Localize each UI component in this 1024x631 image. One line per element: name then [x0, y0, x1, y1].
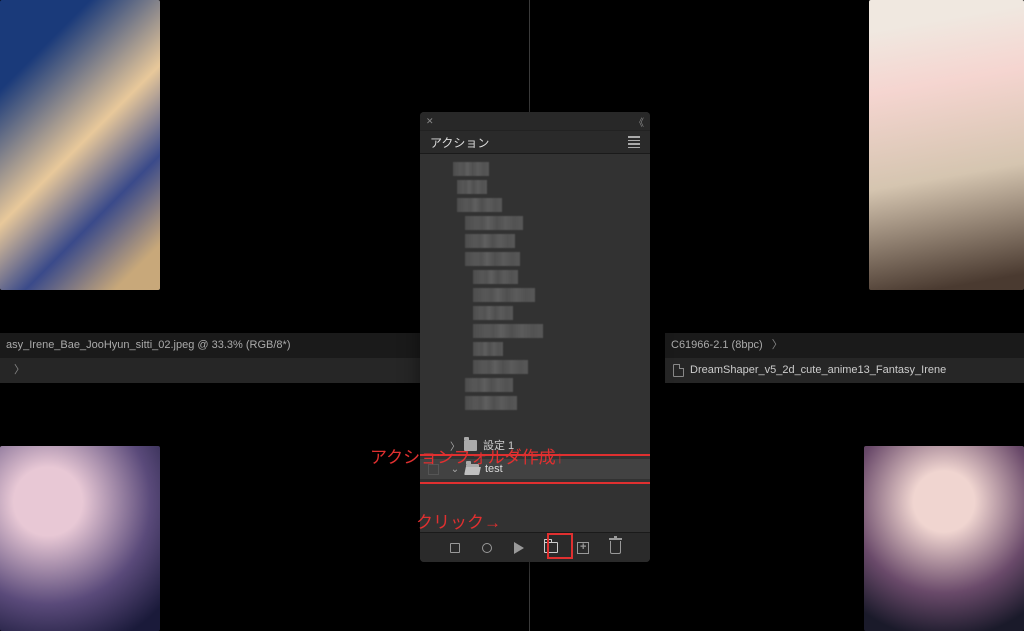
canvas-image-top-left [0, 0, 160, 290]
document-filename: DreamShaper_v5_2d_cute_anime13_Fantasy_I… [690, 358, 946, 383]
new-action-button[interactable] [575, 540, 591, 556]
record-button[interactable] [479, 540, 495, 556]
document-tab-left[interactable]: asy_Irene_Bae_JooHyun_sitti_02.jpeg @ 33… [0, 333, 420, 383]
delete-button[interactable] [607, 540, 623, 556]
panel-title: アクション [430, 134, 489, 151]
document-icon [673, 364, 684, 377]
breadcrumb-sep-icon: 〉 [772, 339, 783, 351]
trash-icon [610, 541, 621, 554]
blurred-actions [435, 160, 640, 430]
play-button[interactable] [511, 540, 527, 556]
annotation-text-folder: アクションフォルダ作成↑ [370, 443, 564, 468]
canvas-image-bottom-left [0, 446, 160, 631]
folder-icon [544, 542, 558, 553]
panel-header: アクション [420, 130, 650, 154]
document-title: asy_Irene_Bae_JooHyun_sitti_02.jpeg @ 33… [0, 333, 420, 358]
document-colorprofile: C61966-2.1 (8bpc) 〉 [665, 333, 1024, 358]
actions-panel: ✕ 《 アクション 〉 設定 1 [420, 112, 650, 562]
stop-icon [450, 543, 460, 553]
breadcrumb-sep-icon: 〉 [14, 358, 25, 383]
panel-menu-icon[interactable] [628, 136, 640, 148]
canvas-image-bottom-right [864, 446, 1024, 631]
collapse-icon[interactable]: 《 [634, 114, 644, 129]
breadcrumb: 〉 [0, 358, 420, 383]
new-action-set-button[interactable] [543, 540, 559, 556]
divider-vertical [529, 0, 530, 112]
annotation-text-click: クリック→ [416, 508, 501, 533]
plus-square-icon [577, 542, 589, 554]
actions-panel-footer [420, 532, 650, 562]
panel-titlebar[interactable]: ✕ 《 [420, 112, 650, 130]
document-tab-right[interactable]: C61966-2.1 (8bpc) 〉 DreamShaper_v5_2d_cu… [665, 333, 1024, 383]
actions-list[interactable]: 〉 設定 1 ⌄ test [420, 154, 650, 532]
record-icon [482, 543, 492, 553]
divider-vertical [529, 562, 530, 631]
play-icon [514, 542, 524, 554]
canvas-image-top-right [869, 0, 1024, 290]
close-icon[interactable]: ✕ [426, 116, 434, 127]
stop-button[interactable] [447, 540, 463, 556]
breadcrumb: DreamShaper_v5_2d_cute_anime13_Fantasy_I… [665, 358, 1024, 383]
